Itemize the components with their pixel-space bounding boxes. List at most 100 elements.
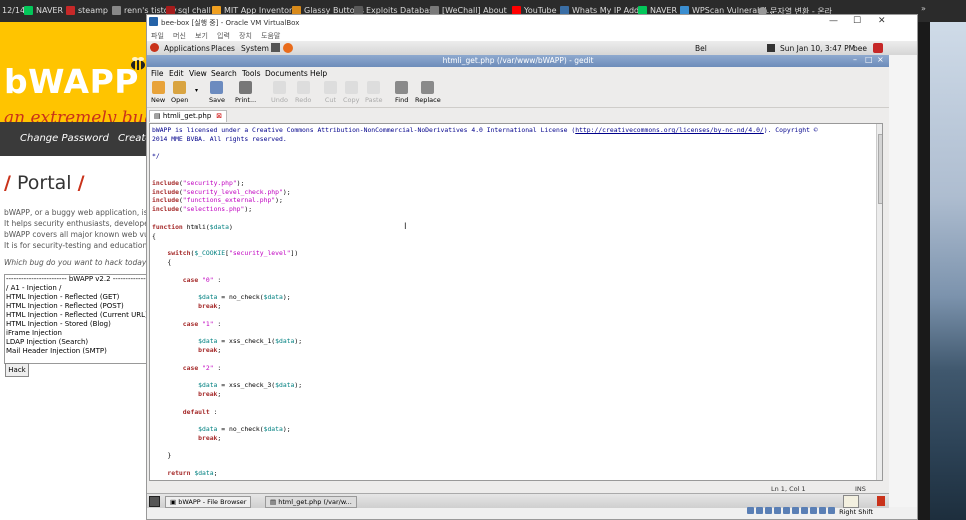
menu-machine[interactable]: 머신 <box>173 31 186 41</box>
menu-view[interactable]: 보기 <box>195 31 208 41</box>
code-editor[interactable]: bWAPP is licensed under a Creative Commo… <box>149 123 883 481</box>
tab-label: htmli_get.php <box>162 112 212 120</box>
gedit-title: htmli_get.php (/var/www/bWAPP) - gedit <box>442 56 594 65</box>
paste-button[interactable]: Paste <box>365 81 383 104</box>
list-item[interactable]: Mail Header Injection (SMTP) <box>5 347 150 356</box>
code-text: bWAPP is licensed under a Creative Commo… <box>152 126 818 478</box>
window-title: bee-box [실행 중] - Oracle VM VirtualBox <box>161 19 300 27</box>
close-icon[interactable]: ✕ <box>878 16 886 26</box>
hack-button[interactable]: Hack <box>5 363 29 377</box>
firefox-icon[interactable] <box>283 43 293 53</box>
taskbar-file-browser[interactable]: ▣ bWAPP - File Browser <box>165 496 252 508</box>
editor-scrollbar[interactable] <box>876 124 882 480</box>
redo-button[interactable]: Redo <box>295 81 311 104</box>
user-name: bee <box>853 44 867 53</box>
magnifier-icon <box>395 81 409 94</box>
scrollbar-thumb[interactable] <box>878 134 882 204</box>
redo-icon <box>296 81 310 94</box>
insert-mode: INS <box>855 485 866 493</box>
minimize-icon[interactable]: – <box>853 55 857 64</box>
open-button[interactable]: Open <box>171 81 188 104</box>
bookmark-item[interactable]: NAVER <box>24 6 63 15</box>
intro-text: It is for security-testing and education… <box>4 241 150 250</box>
menu-help[interactable]: Help <box>310 69 327 78</box>
vbox-menubar: 파일 머신 보기 입력 장치 도움말 <box>147 29 917 41</box>
maximize-icon[interactable]: ☐ <box>853 16 861 26</box>
list-item[interactable]: ------------------------ bWAPP v2.2 ----… <box>5 275 150 284</box>
list-item[interactable]: HTML Injection - Reflected (POST) <box>5 302 150 311</box>
menu-file[interactable]: File <box>151 69 164 78</box>
virtualbox-icon <box>149 17 158 26</box>
browser-scrollbar[interactable] <box>918 22 930 520</box>
menu-tools[interactable]: Tools <box>242 69 260 78</box>
gedit-window: htmli_get.php (/var/www/bWAPP) - gedit –… <box>147 55 889 507</box>
text-cursor-icon: I <box>404 222 407 232</box>
menu-view[interactable]: View <box>189 69 207 78</box>
bwapp-tagline: an extremely buggy <box>4 108 150 122</box>
menu-input[interactable]: 입력 <box>217 31 230 41</box>
ubuntu-icon <box>150 43 159 52</box>
more-bookmarks-button[interactable]: » <box>921 4 926 13</box>
list-item[interactable]: HTML Injection - Reflected (GET) <box>5 293 150 302</box>
bookmark-item[interactable]: steamp <box>66 6 108 15</box>
places-menu[interactable]: Places <box>211 44 235 53</box>
list-item[interactable]: / A1 - Injection / <box>5 284 150 293</box>
taskbar-gedit[interactable]: ▤ html_get.php (/var/w... <box>265 496 357 508</box>
vbox-statusbar: Right Shift <box>747 507 917 519</box>
minimize-icon[interactable]: — <box>829 16 838 26</box>
show-desktop-icon[interactable] <box>149 496 160 507</box>
tab-htmli-get[interactable]: ▤ htmli_get.php ⊠ <box>149 110 228 122</box>
bwapp-nav: Change Password Create <box>0 122 150 156</box>
close-icon[interactable]: × <box>877 55 884 64</box>
undo-icon <box>272 81 286 94</box>
list-item[interactable]: iFrame Injection <box>5 329 150 338</box>
copy-button[interactable]: Copy <box>343 81 360 104</box>
menu-documents[interactable]: Documents <box>265 69 308 78</box>
document-icon: ▤ <box>154 112 163 120</box>
cut-button[interactable]: Cut <box>324 81 337 104</box>
list-item[interactable]: HTML Injection - Reflected (Current URL) <box>5 311 150 320</box>
save-button[interactable]: Save <box>209 81 225 104</box>
trash-icon[interactable] <box>877 496 885 506</box>
menu-help[interactable]: 도움말 <box>261 31 280 41</box>
find-button[interactable]: Find <box>395 81 408 104</box>
nav-change-password[interactable]: Change Password <box>20 133 109 144</box>
open-dropdown[interactable]: ▾ <box>195 87 198 94</box>
gnome-top-panel: Applications Places System Bel Sun Jan 1… <box>147 41 917 56</box>
virtualbox-window: bee-box [실행 중] - Oracle VM VirtualBox — … <box>146 14 918 520</box>
new-document-icon <box>151 81 165 94</box>
list-item[interactable]: HTML Injection - Stored (Blog) <box>5 320 150 329</box>
menu-file[interactable]: 파일 <box>151 31 164 41</box>
usb-icon <box>783 507 790 514</box>
replace-button[interactable]: Replace <box>415 81 441 104</box>
replace-icon <box>421 81 435 94</box>
system-menu[interactable]: System <box>241 44 269 53</box>
gedit-tabbar: ▤ htmli_get.php ⊠ <box>147 108 889 122</box>
terminal-icon[interactable] <box>271 43 280 52</box>
host-key-label: Right Shift <box>839 508 874 516</box>
menu-devices[interactable]: 장치 <box>239 31 252 41</box>
list-item[interactable]: LDAP Injection (Search) <box>5 338 150 347</box>
clock[interactable]: Sun Jan 10, 3:47 PM <box>780 44 855 53</box>
hdd-icon <box>747 507 754 514</box>
paste-icon <box>367 81 381 94</box>
page-title: / Portal / <box>4 172 85 194</box>
display-icon <box>801 507 808 514</box>
print-button[interactable]: Print... <box>235 81 256 104</box>
cursor-position: Ln 1, Col 1 <box>771 485 806 493</box>
bug-select-list[interactable]: ------------------------ bWAPP v2.2 ----… <box>4 274 150 364</box>
user-indicator: Bel <box>695 44 707 53</box>
undo-button[interactable]: Undo <box>271 81 288 104</box>
maximize-icon[interactable]: □ <box>865 55 873 64</box>
new-button[interactable]: New <box>151 81 165 104</box>
bookmark-icon <box>66 6 75 15</box>
close-tab-icon[interactable]: ⊠ <box>216 112 222 120</box>
menu-edit[interactable]: Edit <box>169 69 184 78</box>
capture-icon <box>810 507 817 514</box>
applications-menu[interactable]: Applications <box>164 44 210 53</box>
power-icon[interactable] <box>873 43 883 53</box>
mouse-icon <box>819 507 826 514</box>
bookmark-icon <box>112 6 121 15</box>
keyboard-icon <box>828 507 835 514</box>
menu-search[interactable]: Search <box>211 69 237 78</box>
